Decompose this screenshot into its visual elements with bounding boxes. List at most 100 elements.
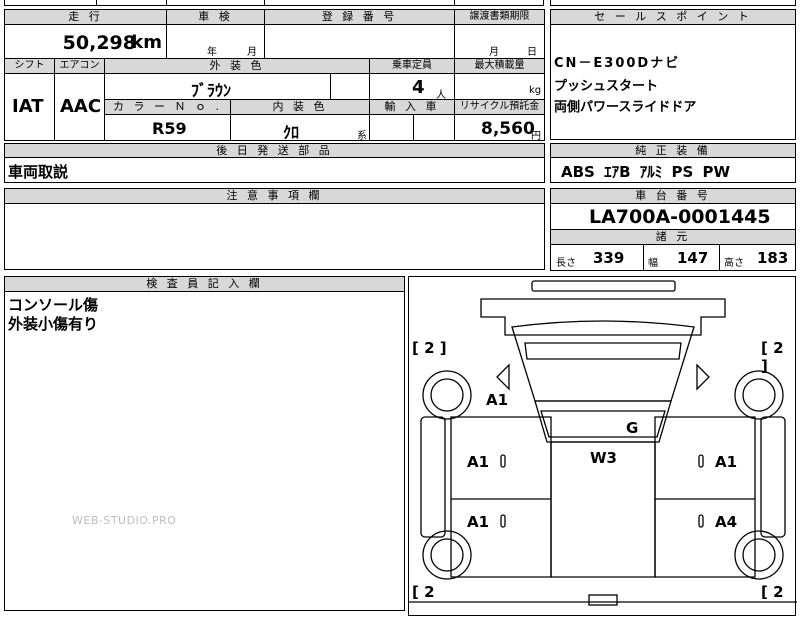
sales-points-cell: CN－E300Dナビ プッシュスタート 両側パワースライドドア <box>550 24 796 140</box>
top-cut-right <box>550 0 796 6</box>
aircon-value: AAC <box>60 96 102 117</box>
hood-inner <box>524 342 682 360</box>
mileage-cell: 50,298 km <box>4 24 167 59</box>
inspection-cell: 年 月 <box>166 24 265 59</box>
bracket-top-left: [ 2 ] <box>412 339 447 357</box>
bracket-bottom-right: [ 2 <box>761 583 784 601</box>
inspector-line: コンソール傷 <box>8 296 99 314</box>
capacity-cell: 4 人 <box>369 73 455 101</box>
mileage-value: 50,298 <box>62 32 136 54</box>
max-load-header: 最大積載量 <box>454 58 545 74</box>
length-value: 339 <box>593 249 625 267</box>
height-value: 183 <box>757 249 789 267</box>
aircon-header: エアコン <box>54 58 105 74</box>
bracket-bottom-left: [ 2 <box>412 583 435 601</box>
max-load-unit: kg <box>529 85 542 96</box>
transfer-deadline-cell: 月 日 <box>454 24 545 59</box>
specs-divider <box>643 245 644 270</box>
notes-cell <box>4 203 545 270</box>
inspector-header: 検 査 員 記 入 欄 <box>4 276 405 292</box>
transfer-deadline-header: 譲渡書類期限 <box>454 9 545 25</box>
top-cut-row <box>4 0 544 6</box>
inspection-month-unit: 月 <box>247 47 257 58</box>
height-label: 高さ <box>724 258 744 269</box>
car-outline-diagram <box>409 280 797 606</box>
damage-mark-hood: A1 <box>486 391 509 409</box>
width-value: 147 <box>677 249 709 267</box>
body-side-left <box>450 416 552 578</box>
specs-divider <box>719 245 720 270</box>
mileage-unit: km <box>131 32 162 53</box>
later-parts-value: 車両取説 <box>8 163 69 181</box>
color-no-value: R59 <box>152 119 187 138</box>
specs-cell: 長さ 339 幅 147 高さ 183 <box>550 244 796 271</box>
damage-mark-right-rear-door: A4 <box>715 513 738 531</box>
later-parts-cell: 車両取説 <box>4 157 545 183</box>
body-side-right <box>654 416 756 578</box>
interior-color-cell: ｸﾛ 系 <box>230 114 370 142</box>
registration-cell <box>264 24 455 59</box>
registration-header: 登 録 番 号 <box>264 9 455 25</box>
rear-right-wheel <box>734 530 784 580</box>
windshield-inner <box>540 410 666 438</box>
aircon-cell: AAC <box>54 73 105 141</box>
shift-header: シフト <box>4 58 55 74</box>
later-parts-header: 後 日 発 送 部 品 <box>4 143 545 158</box>
chassis-cell: LA700A-0001445 <box>550 203 796 230</box>
capacity-header: 乗車定員 <box>369 58 455 74</box>
damage-mark-left-rear-door: A1 <box>467 513 490 531</box>
shift-value: IAT <box>12 96 44 117</box>
top-cut-divider-1 <box>96 0 97 6</box>
front-bumper-outline <box>480 298 726 336</box>
top-cut-divider-3 <box>264 0 265 6</box>
shift-cell: IAT <box>4 73 55 141</box>
inspector-cell: コンソール傷 外装小傷有り <box>4 291 405 611</box>
capacity-value: 4 <box>412 77 425 98</box>
rear-left-wheel <box>422 530 472 580</box>
front-right-wheel <box>734 370 784 420</box>
specs-header: 諸 元 <box>550 229 796 245</box>
front-bumper-top <box>531 280 676 292</box>
exterior-color-header: 外 装 色 <box>104 58 370 74</box>
recycle-value: 8,560 <box>481 119 535 139</box>
sales-point-line: プッシュスタート <box>554 79 659 94</box>
chassis-value: LA700A-0001445 <box>589 206 771 228</box>
recycle-unit: 円 <box>531 131 541 142</box>
top-cut-divider-4 <box>454 0 455 6</box>
transfer-day-unit: 日 <box>527 47 537 58</box>
damage-mark-right-front-door: A1 <box>715 453 738 471</box>
top-cut-divider-2 <box>166 0 167 6</box>
import-cell-b <box>413 114 455 141</box>
color-no-cell: R59 <box>104 114 231 141</box>
vehicle-diagram-frame: [ 2 ] [ 2 ] [ 2 [ 2 A1 G W3 A1 A1 A1 A4 <box>408 276 797 616</box>
transfer-month-unit: 月 <box>489 47 499 58</box>
sales-point-line: 両側パワースライドドア <box>554 100 697 115</box>
standard-equipment-header: 純 正 装 備 <box>550 143 796 158</box>
damage-mark-left-front-door: A1 <box>467 453 490 471</box>
width-label: 幅 <box>648 258 658 269</box>
chassis-header: 車 台 番 号 <box>550 188 796 204</box>
watermark-text: WEB-STUDIO.PRO <box>72 514 177 527</box>
interior-color-value: ｸﾛ <box>283 123 300 142</box>
standard-equipment-value: ABS ｴｱB ｱﾙﾐ PS PW <box>561 163 731 181</box>
sales-point-line: CN－E300Dナビ <box>554 56 681 71</box>
windshield-outline <box>534 400 672 443</box>
damage-mark-roof: W3 <box>590 449 617 467</box>
exterior-color-extra <box>330 73 370 100</box>
exterior-color-cell: ﾌﾞﾗｳﾝ <box>104 73 331 100</box>
inspection-header: 車 検 <box>166 9 265 25</box>
bracket-top-right: [ 2 ] <box>761 339 784 375</box>
standard-equipment-cell: ABS ｴｱB ｱﾙﾐ PS PW <box>550 157 796 183</box>
sales-points-header: セ ー ル ス ポ イ ン ト <box>550 9 796 25</box>
interior-color-suffix: 系 <box>357 131 367 142</box>
damage-mark-windshield: G <box>626 419 639 437</box>
inspection-year-unit: 年 <box>207 47 217 58</box>
recycle-header: リサイクル預託金 <box>454 99 545 115</box>
hood-outline <box>511 320 695 402</box>
mileage-header: 走 行 <box>4 9 167 25</box>
notes-header: 注 意 事 項 欄 <box>4 188 545 204</box>
exterior-color-value: ﾌﾞﾗｳﾝ <box>191 81 232 100</box>
import-cell-a <box>369 114 414 141</box>
front-left-wheel <box>422 370 472 420</box>
inspector-line: 外装小傷有り <box>8 315 99 333</box>
